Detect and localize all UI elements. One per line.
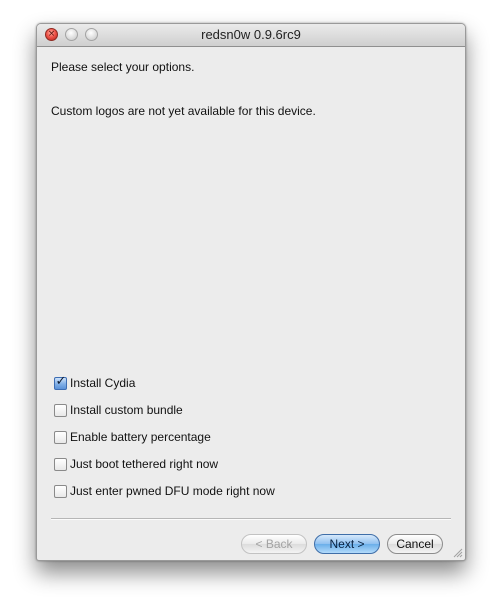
checkmark-icon: ✓ [55,373,67,389]
install-custom-bundle-checkbox[interactable]: Install custom bundle [54,402,183,418]
checkbox-unchecked-icon[interactable] [54,430,67,444]
resize-grip-icon[interactable] [453,548,463,558]
just-boot-tethered-label: Just boot tethered right now [70,457,219,471]
enable-battery-percentage-checkbox[interactable]: Enable battery percentage [54,429,211,445]
pwned-dfu-mode-label: Just enter pwned DFU mode right now [70,484,275,498]
checkbox-checked-icon[interactable]: ✓ [54,373,67,390]
options-prompt: Please select your options. [51,60,195,74]
install-cydia-checkbox[interactable]: ✓ Install Cydia [54,373,136,391]
install-custom-bundle-label: Install custom bundle [70,403,183,417]
button-separator [51,518,451,520]
checkbox-unchecked-icon[interactable] [54,403,67,417]
pwned-dfu-mode-checkbox[interactable]: Just enter pwned DFU mode right now [54,483,275,499]
back-button[interactable]: < Back [241,534,307,554]
enable-battery-percentage-label: Enable battery percentage [70,430,211,444]
install-cydia-label: Install Cydia [70,376,136,390]
window-title: redsn0w 0.9.6rc9 [201,27,301,42]
checkbox-unchecked-icon[interactable] [54,484,67,498]
redsn0w-window: × redsn0w 0.9.6rc9 Please select your op… [36,23,466,561]
next-button[interactable]: Next > [314,534,380,554]
custom-logo-note: Custom logos are not yet available for t… [51,104,316,118]
title-bar[interactable]: × redsn0w 0.9.6rc9 [37,24,465,47]
cancel-button[interactable]: Cancel [387,534,443,554]
checkbox-unchecked-icon[interactable] [54,457,67,471]
just-boot-tethered-checkbox[interactable]: Just boot tethered right now [54,456,218,472]
